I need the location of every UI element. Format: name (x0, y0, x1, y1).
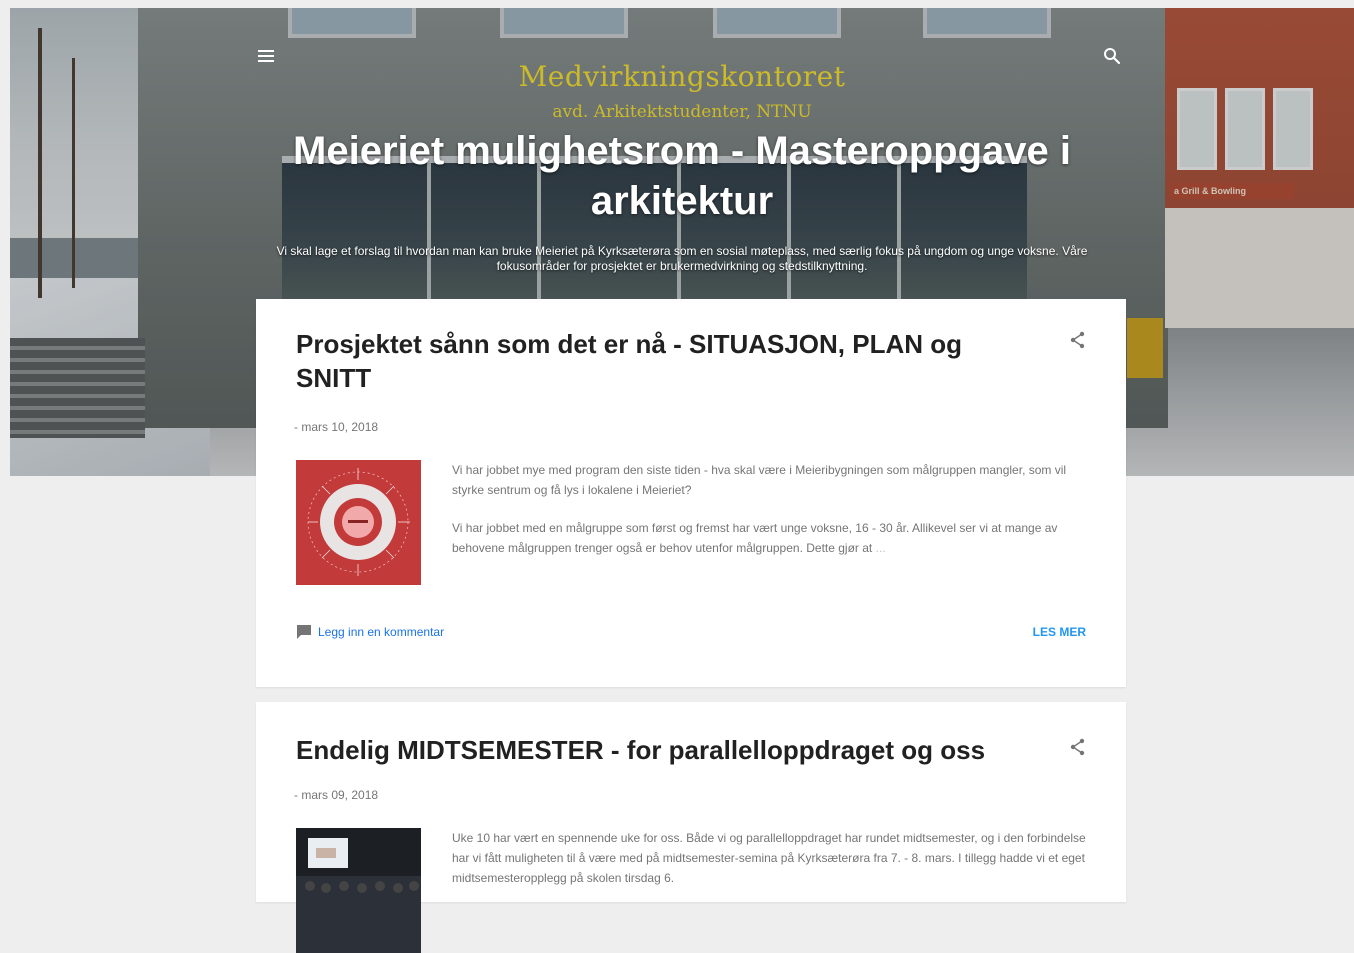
post-snippet: Vi har jobbet mye med program den siste … (452, 460, 1092, 576)
read-more-link[interactable]: LES MER (1033, 625, 1086, 639)
post-thumbnail[interactable] (296, 460, 421, 585)
share-icon[interactable] (1070, 331, 1086, 349)
post-date: - mars 10, 2018 (294, 420, 379, 434)
snippet-ellipsis: ... (875, 541, 886, 555)
comment-icon[interactable] (296, 624, 312, 640)
logo-text: Medvirkningskontoret (518, 60, 846, 93)
search-icon[interactable] (1102, 46, 1122, 66)
blog-title[interactable]: Meieriet mulighetsrom - Masteroppgave i … (210, 126, 1154, 226)
post-date: - mars 09, 2018 (294, 788, 379, 802)
post-snippet: Uke 10 har vært en spennende uke for oss… (452, 828, 1092, 906)
snippet-paragraph: Uke 10 har vært en spennende uke for oss… (452, 831, 1086, 885)
post-thumbnail[interactable] (296, 828, 421, 953)
snippet-paragraph: Vi har jobbet med en målgruppe som først… (452, 518, 1092, 558)
snippet-paragraph-text: Vi har jobbet med en målgruppe som først… (452, 521, 1058, 555)
post-footer: Legg inn en kommentar LES MER (296, 622, 1086, 644)
post-card: Endelig MIDTSEMESTER - for parallelloppd… (256, 702, 1126, 953)
blog-description: Vi skal lage et forslag til hvordan man … (276, 244, 1088, 273)
post-title[interactable]: Prosjektet sånn som det er nå - SITUASJO… (296, 327, 1036, 395)
post-title[interactable]: Endelig MIDTSEMESTER - for parallelloppd… (296, 733, 1036, 767)
hamburger-menu-icon[interactable] (258, 50, 274, 64)
logo-subtext: avd. Arkitektstudenter, NTNU (552, 102, 812, 122)
post-card: Prosjektet sånn som det er nå - SITUASJO… (256, 299, 1126, 687)
snippet-paragraph: Vi har jobbet mye med program den siste … (452, 463, 1067, 497)
share-icon[interactable] (1070, 738, 1086, 756)
comment-link[interactable]: Legg inn en kommentar (318, 625, 444, 639)
